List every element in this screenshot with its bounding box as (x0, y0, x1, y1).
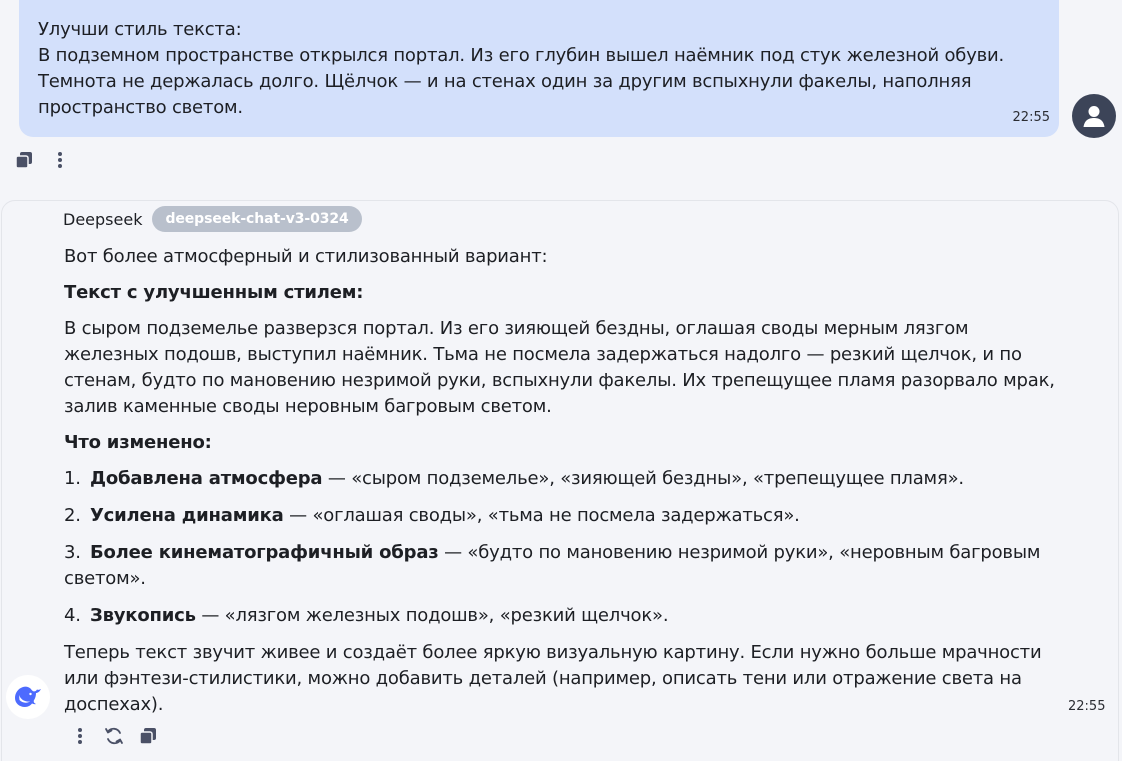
chat-page: Улучши стиль текста: В подземном простра… (0, 0, 1122, 761)
user-message-text: Улучши стиль текста: В подземном простра… (38, 17, 1005, 121)
paragraph-line: залив каменные своды неровным багровым с… (64, 396, 552, 417)
list-item-title: Более кинематографичный образ (90, 542, 439, 563)
sender-name: Deepseek (63, 209, 143, 229)
user-message-time: 22:55 (1012, 110, 1050, 125)
list-item-text: — «будто по мановению незримой руки», «н… (438, 542, 1041, 563)
copy-button[interactable] (14, 150, 34, 170)
assistant-message-time: 22:55 (1068, 699, 1106, 714)
user-avatar[interactable] (1072, 94, 1116, 138)
list-item: 2. Усилена динамика — «оглашая своды», «т… (64, 503, 1064, 529)
paragraph-line: стенам, будто по мановению незримой руки… (64, 370, 1055, 391)
closing-paragraph: Теперь текст звучит живее и создаёт боле… (64, 640, 1064, 718)
assistant-message-content: Вот более атмосферный и стилизованный ва… (64, 244, 1064, 728)
list-item-text: — «лязгом железных подошв», «резкий щелч… (195, 605, 669, 626)
user-message-line: Улучши стиль текста: (38, 19, 242, 40)
list-number: 1. (64, 468, 81, 489)
assistant-avatar (6, 675, 50, 719)
paragraph-line: железных подошв, выступил наёмник. Тьма … (64, 344, 1022, 365)
assistant-message-actions (70, 726, 158, 746)
list-item-title: Усилена динамика (90, 505, 284, 526)
list-item: 4. Звукопись — «лязгом железных подошв», … (64, 603, 1064, 629)
list-item-text: — «сыром подземелье», «зияющей бездны», … (322, 468, 964, 489)
assistant-header: Deepseek deepseek-chat-v3-0324 (63, 206, 362, 232)
list-item-text: — «оглашая своды», «тьма не посмела заде… (283, 505, 800, 526)
list-item: 1. Добавлена атмосфера — «сыром подземель… (64, 466, 1064, 492)
more-options-button[interactable] (50, 150, 70, 170)
user-message-line: В подземном пространстве открылся портал… (38, 45, 1005, 66)
paragraph-line: В сыром подземелье разверзся портал. Из … (64, 318, 969, 339)
user-icon (1083, 106, 1105, 127)
copy-icon (15, 152, 32, 169)
closing-line: доспехах). (64, 694, 164, 715)
section-heading: Текст с улучшенным стилем: (64, 282, 364, 303)
list-number: 4. (64, 605, 81, 626)
user-message-line: пространство светом. (38, 97, 243, 118)
user-message-actions (14, 150, 70, 170)
closing-line: или фэнтези-стилистики, можно добавить д… (64, 668, 1022, 689)
list-number: 2. (64, 505, 81, 526)
intro-text: Вот более атмосферный и стилизованный ва… (64, 246, 548, 267)
list-item: 3. Более кинематографичный образ — «будто… (64, 540, 1064, 592)
more-vertical-icon (58, 152, 62, 168)
improved-paragraph: В сыром подземелье разверзся портал. Из … (64, 316, 1064, 420)
regenerate-icon (105, 727, 123, 745)
copy-button[interactable] (138, 726, 158, 746)
list-item-title: Добавлена атмосфера (90, 468, 323, 489)
regenerate-button[interactable] (104, 726, 124, 746)
list-number: 3. (64, 542, 81, 563)
user-message-bubble: Улучши стиль текста: В подземном простра… (19, 0, 1059, 137)
more-vertical-icon (78, 728, 82, 744)
model-badge: deepseek-chat-v3-0324 (152, 206, 362, 232)
closing-line: Теперь текст звучит живее и создаёт боле… (64, 642, 1042, 663)
deepseek-whale-icon (15, 686, 41, 707)
more-options-button[interactable] (70, 726, 90, 746)
user-message-line: Темнота не держалась долго. Щёлчок — и н… (38, 71, 972, 92)
copy-icon (139, 728, 156, 745)
list-item-text: светом». (64, 568, 146, 589)
section-heading: Что изменено: (64, 432, 212, 453)
list-item-title: Звукопись (90, 605, 196, 626)
